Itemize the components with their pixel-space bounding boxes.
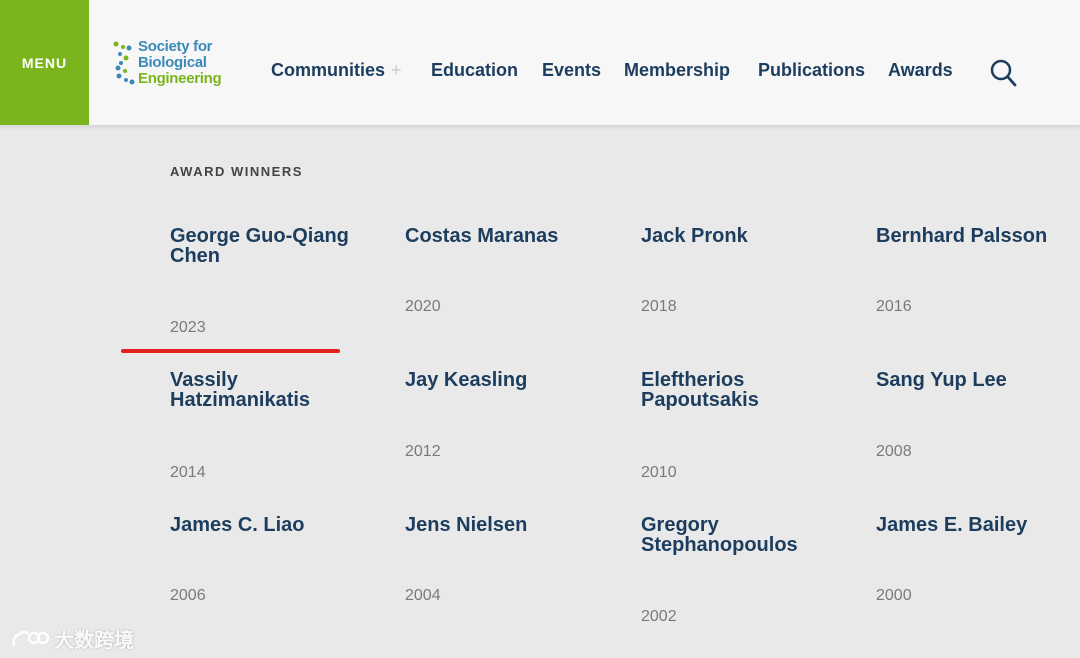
winner-year: 2010: [641, 464, 677, 481]
winner-card[interactable]: Vassily Hatzimanikatis 2014: [170, 370, 370, 481]
winner-card[interactable]: Jack Pronk 2018: [641, 226, 841, 315]
winner-name[interactable]: James C. Liao: [170, 515, 370, 535]
winner-name[interactable]: Jack Pronk: [641, 226, 841, 246]
winner-name[interactable]: Vassily Hatzimanikatis: [170, 370, 370, 410]
site-header: MENU Society for Biological Engineering …: [0, 0, 1080, 125]
winner-year: 2006: [170, 587, 206, 604]
winner-card[interactable]: James E. Bailey 2000: [876, 515, 1076, 604]
watermark-logo-icon: [12, 630, 50, 646]
winner-card[interactable]: George Guo-Qiang Chen 2023: [170, 226, 370, 336]
winner-name[interactable]: Jay Keasling: [405, 370, 605, 390]
nav-awards[interactable]: Awards: [888, 60, 953, 81]
winner-card[interactable]: Gregory Stephanopoulos 2002: [641, 515, 841, 625]
winner-name[interactable]: Gregory Stephanopoulos: [641, 515, 841, 555]
logo-line-1: Society for: [138, 38, 213, 55]
nav-education[interactable]: Education: [431, 60, 518, 81]
winner-card[interactable]: Jay Keasling 2012: [405, 370, 605, 460]
winner-year: 2020: [405, 298, 441, 315]
winner-card[interactable]: Jens Nielsen 2004: [405, 515, 605, 604]
winner-name[interactable]: Eleftherios Papoutsakis: [641, 370, 841, 410]
winner-card[interactable]: James C. Liao 2006: [170, 515, 370, 604]
winner-year: 2000: [876, 587, 912, 604]
winner-name[interactable]: Sang Yup Lee: [876, 370, 1076, 390]
watermark-text: 大数跨境: [54, 630, 134, 652]
winner-year: 2018: [641, 298, 677, 315]
highlight-underline: [121, 349, 340, 353]
winner-name[interactable]: Costas Maranas: [405, 226, 605, 246]
winner-year: 2008: [876, 443, 912, 460]
winner-card[interactable]: Sang Yup Lee 2008: [876, 370, 1076, 460]
winner-year: 2012: [405, 443, 441, 460]
winner-year: 2004: [405, 587, 441, 604]
search-icon[interactable]: [988, 58, 1018, 88]
section-title: AWARD WINNERS: [170, 164, 303, 179]
winner-year: 2014: [170, 464, 206, 481]
winner-year: 2016: [876, 298, 912, 315]
winner-card[interactable]: Costas Maranas 2020: [405, 226, 605, 315]
nav-membership[interactable]: Membership: [624, 60, 730, 81]
winner-name[interactable]: James E. Bailey: [876, 515, 1076, 535]
nav-communities[interactable]: Communities +: [271, 60, 402, 81]
plus-icon[interactable]: +: [391, 60, 402, 80]
nav-publications[interactable]: Publications: [758, 60, 865, 81]
winner-year: 2023: [170, 319, 206, 336]
winner-card[interactable]: Bernhard Palsson 2016: [876, 226, 1076, 315]
winner-name[interactable]: Bernhard Palsson: [876, 226, 1076, 246]
nav-events[interactable]: Events: [542, 60, 601, 81]
watermark: 大数跨境: [10, 624, 134, 653]
winner-year: 2002: [641, 608, 677, 625]
main-nav: Communities + Education Events Membership…: [0, 60, 1080, 86]
winner-name[interactable]: Jens Nielsen: [405, 515, 605, 535]
nav-communities-label: Communities: [271, 60, 386, 80]
winner-card[interactable]: Eleftherios Papoutsakis 2010: [641, 370, 841, 481]
winner-name[interactable]: George Guo-Qiang Chen: [170, 226, 370, 266]
